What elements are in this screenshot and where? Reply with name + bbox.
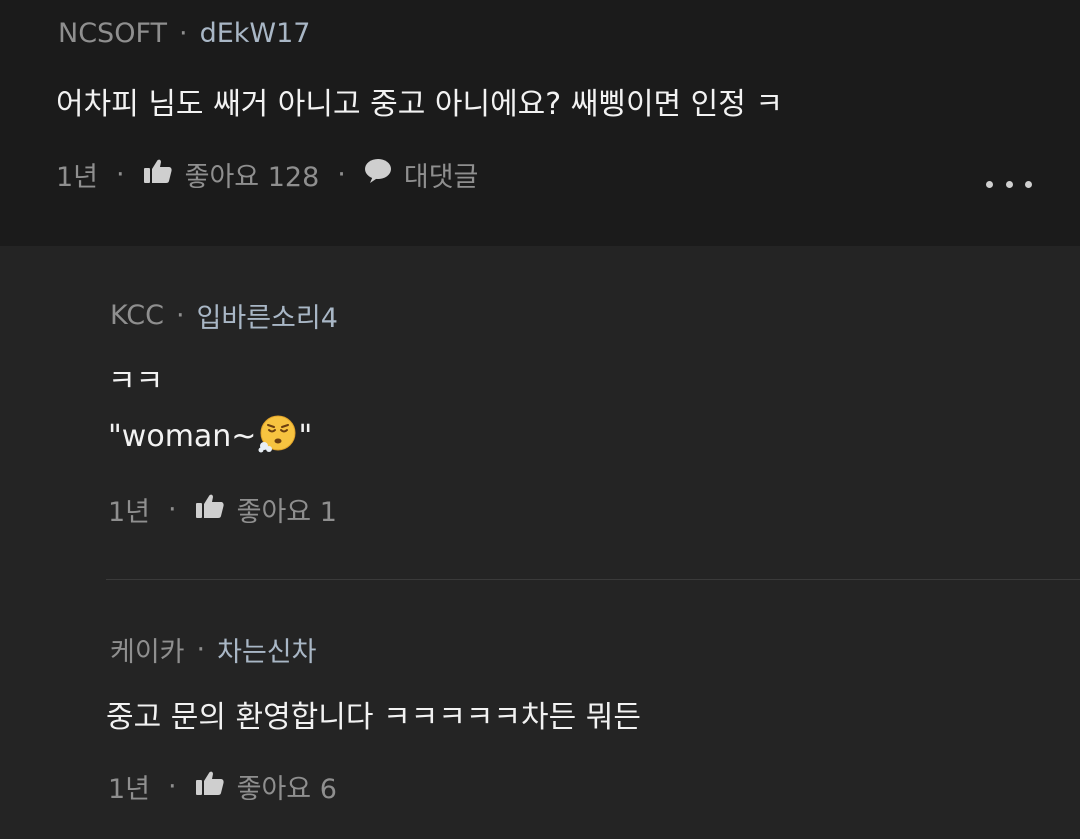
action-separator: ·: [168, 494, 177, 525]
like-count-label: 좋아요 6: [236, 774, 337, 805]
thumbs-up-icon: [195, 493, 225, 526]
author-company: KCC: [110, 300, 164, 331]
reply-button[interactable]: 대댓글: [364, 155, 479, 194]
reply-body-text: "woman~: [108, 419, 257, 454]
meta-separator: ·: [175, 300, 185, 331]
author-nickname[interactable]: 입바른소리4: [197, 296, 338, 335]
reply-body-line: ㅋㅋ: [108, 364, 164, 399]
exhaling-face-emoji: [258, 415, 296, 453]
comment-time: 1년: [56, 162, 99, 193]
meta-separator: ·: [179, 18, 188, 49]
comment-time: 1년: [108, 497, 151, 528]
thumbs-up-icon: [143, 158, 173, 191]
action-separator: ·: [116, 159, 125, 190]
reply-author-line: KCC · 입바른소리4: [110, 296, 338, 335]
comment-time: 1년: [108, 774, 151, 805]
reply-body: 중고 문의 환영합니다 ㅋㅋㅋㅋㅋ차든 뭐든: [106, 700, 641, 735]
top-comment: NCSOFT · dEkW17 어차피 님도 쌔거 아니고 중고 아니에요? 쌔…: [0, 0, 1080, 246]
action-separator: ·: [168, 771, 177, 802]
more-dots-icon[interactable]: [986, 174, 1032, 194]
like-button[interactable]: 좋아요 128: [143, 155, 320, 194]
reply-body-line: "woman~ ": [108, 414, 312, 454]
reply-author-line: 케이카 · 차는신차: [110, 630, 317, 669]
reply-body-text-end: ": [298, 419, 313, 454]
reply-actions: 1년 · 좋아요 6: [108, 767, 337, 806]
like-button[interactable]: 좋아요 6: [195, 767, 337, 806]
author-company: 케이카: [110, 637, 185, 668]
author-nickname[interactable]: 차는신차: [217, 630, 316, 669]
reply-divider: [106, 579, 1080, 580]
thumbs-up-icon: [195, 770, 225, 803]
comment-body: 어차피 님도 쌔거 아니고 중고 아니에요? 쌔삥이면 인정 ㅋ: [56, 87, 784, 122]
reply-actions: 1년 · 좋아요 1: [108, 490, 337, 529]
like-button[interactable]: 좋아요 1: [195, 490, 337, 529]
like-count-label: 좋아요 128: [184, 162, 320, 193]
action-separator: ·: [337, 159, 346, 190]
meta-separator: ·: [196, 634, 206, 665]
comment-author-line: NCSOFT · dEkW17: [58, 18, 310, 49]
reply-label: 대댓글: [403, 162, 479, 193]
like-count-label: 좋아요 1: [236, 497, 337, 528]
comment-actions: 1년 · 좋아요 128 · 대댓글: [56, 155, 478, 194]
author-company: NCSOFT: [58, 18, 167, 49]
speech-bubble-icon: [364, 158, 392, 191]
author-nickname[interactable]: dEkW17: [200, 18, 311, 49]
